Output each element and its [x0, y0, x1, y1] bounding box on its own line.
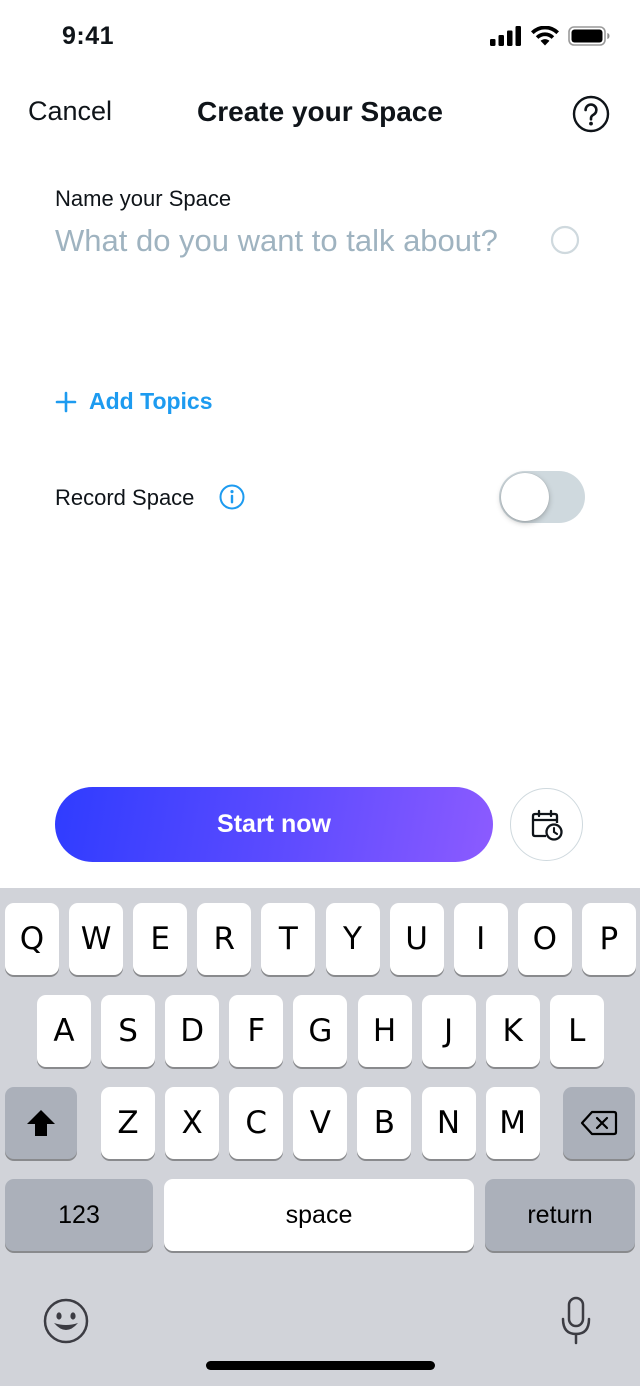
plus-icon [55, 391, 77, 412]
character-count-ring-icon [550, 225, 580, 255]
schedule-button[interactable] [510, 788, 583, 861]
key-y[interactable]: Y [325, 903, 380, 975]
emoji-icon[interactable] [42, 1297, 90, 1345]
record-space-label: Record Space [55, 485, 195, 510]
record-space-toggle[interactable] [499, 471, 585, 523]
key-i[interactable]: I [453, 903, 508, 975]
status-icons [490, 26, 610, 46]
key-e[interactable]: E [133, 903, 188, 975]
key-k[interactable]: K [485, 995, 540, 1067]
key-v[interactable]: V [293, 1087, 348, 1159]
key-b[interactable]: B [357, 1087, 412, 1159]
key-s[interactable]: S [101, 995, 156, 1067]
microphone-icon[interactable] [559, 1296, 593, 1346]
calendar-clock-icon [531, 809, 563, 841]
info-icon[interactable] [219, 484, 245, 510]
key-p[interactable]: P [581, 903, 636, 975]
key-l[interactable]: L [549, 995, 604, 1067]
key-t[interactable]: T [261, 903, 316, 975]
backspace-icon [580, 1110, 618, 1136]
shift-key[interactable] [5, 1087, 77, 1159]
wifi-icon [531, 26, 559, 46]
key-d[interactable]: D [165, 995, 220, 1067]
key-x[interactable]: X [165, 1087, 220, 1159]
add-topics-label: Add Topics [89, 388, 213, 414]
key-n[interactable]: N [421, 1087, 476, 1159]
add-topics-button[interactable]: Add Topics [55, 388, 213, 415]
key-g[interactable]: G [293, 995, 348, 1067]
key-a[interactable]: A [37, 995, 91, 1067]
key-z[interactable]: Z [101, 1087, 155, 1159]
cellular-signal-icon [490, 26, 521, 46]
key-f[interactable]: F [229, 995, 284, 1067]
shift-icon [27, 1110, 55, 1136]
status-time: 9:41 [62, 22, 115, 50]
numbers-key[interactable]: 123 [5, 1179, 153, 1251]
space-name-input[interactable] [55, 220, 525, 310]
key-w[interactable]: W [69, 903, 124, 975]
home-indicator [206, 1361, 435, 1370]
key-q[interactable]: Q [5, 903, 59, 975]
name-label: Name your Space [55, 186, 232, 211]
start-now-button[interactable]: Start now [55, 787, 493, 862]
key-c[interactable]: C [229, 1087, 284, 1159]
key-u[interactable]: U [389, 903, 444, 975]
cancel-button[interactable]: Cancel [28, 96, 112, 127]
help-icon[interactable] [572, 95, 610, 133]
key-h[interactable]: H [357, 995, 412, 1067]
key-j[interactable]: J [421, 995, 476, 1067]
key-o[interactable]: O [517, 903, 572, 975]
keyboard: QWERTYUIOP ASDFGHJKL ZXCVBNM 123 space r… [0, 888, 640, 1386]
battery-icon [568, 26, 610, 46]
key-r[interactable]: R [197, 903, 252, 975]
toggle-knob [501, 473, 549, 521]
delete-key[interactable] [563, 1087, 635, 1159]
key-m[interactable]: M [485, 1087, 540, 1159]
space-key[interactable]: space [164, 1179, 474, 1251]
return-key[interactable]: return [485, 1179, 635, 1251]
